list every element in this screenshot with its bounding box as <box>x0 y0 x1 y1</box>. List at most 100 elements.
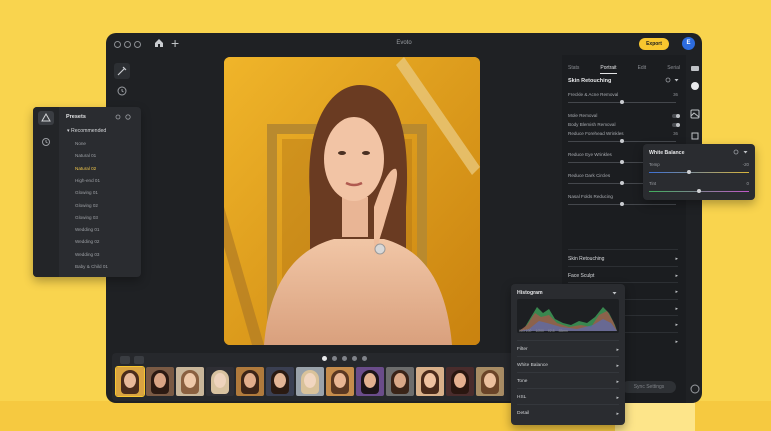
history-icon[interactable] <box>41 137 51 147</box>
histogram-stat: ISO 100 <box>519 329 532 333</box>
chevron-right-icon: ▸ <box>616 379 619 385</box>
chevron-down-icon[interactable] <box>674 78 679 83</box>
thumbnail[interactable] <box>326 367 354 396</box>
presets-panel: Presets ▾ Recommended None Natural 01 Natu… <box>33 107 141 277</box>
thumbnail[interactable] <box>115 366 145 397</box>
reset-icon[interactable] <box>665 77 671 83</box>
history-icon[interactable] <box>114 83 130 99</box>
preset-item[interactable]: Wedding 01 <box>75 227 99 232</box>
chevron-down-icon[interactable] <box>743 150 748 155</box>
preset-item[interactable]: Glowing 03 <box>75 215 98 220</box>
chevron-right-icon: ▸ <box>616 363 619 369</box>
preset-item[interactable]: Natural 02 <box>75 166 96 171</box>
adjustment-label: Reduce Dark Circles <box>568 173 611 178</box>
thumbnail[interactable] <box>446 367 474 396</box>
histogram-section-filter[interactable]: Filter ▸ <box>517 340 619 353</box>
page-dot[interactable] <box>362 356 367 361</box>
temp-slider[interactable] <box>649 170 749 174</box>
thumbnail[interactable] <box>266 367 294 396</box>
histogram-section-tone[interactable]: Tone ▸ <box>517 372 619 385</box>
adjustment-slider-knob[interactable] <box>620 139 624 143</box>
histogram-section-detail[interactable]: Detail ▸ <box>517 404 619 417</box>
tab-stats[interactable]: Stats <box>568 65 579 74</box>
camera-icon[interactable] <box>690 63 700 73</box>
thumbnail[interactable] <box>146 367 174 396</box>
tab-portrait[interactable]: Portrait <box>600 65 617 74</box>
preset-group-recommended[interactable]: ▾ Recommended <box>67 128 106 134</box>
adjustment-label: Nasal Folds Reducing <box>568 194 613 199</box>
page-dot[interactable] <box>322 356 327 361</box>
adjustment-label: Reduce Forehead Wrinkles <box>568 131 624 136</box>
thumbnail-face <box>454 373 466 388</box>
adjustment-slider-knob[interactable] <box>620 202 624 206</box>
chevron-right-icon: ▸ <box>675 338 678 345</box>
adjustment-label: Reduce Eye Wrinkles <box>568 152 612 157</box>
thumbnail[interactable] <box>416 367 444 396</box>
preset-item[interactable]: Glowing 02 <box>75 203 98 208</box>
section-face-sculpt[interactable]: Face Sculpt ▸ <box>568 265 678 279</box>
reset-icon[interactable] <box>733 149 739 155</box>
title-bar: + Evoto Export E <box>106 33 702 55</box>
crop-icon[interactable] <box>690 131 700 141</box>
preset-item[interactable]: None <box>75 141 86 146</box>
avatar[interactable]: E <box>682 37 695 50</box>
section-skin-retouching[interactable]: Skin Retouching ▸ <box>568 249 678 262</box>
preset-item[interactable]: Wedding 02 <box>75 239 99 244</box>
adjustment-value: 36 <box>673 92 678 97</box>
preset-item[interactable]: Wedding 03 <box>75 252 99 257</box>
chevron-right-icon: ▸ <box>675 322 678 328</box>
thumbnail[interactable] <box>206 367 234 396</box>
section-label: Face Sculpt <box>568 272 595 279</box>
chevron-down-icon[interactable] <box>612 291 617 296</box>
filter-icon[interactable] <box>120 356 130 364</box>
histogram-section-label: Filter <box>517 347 528 352</box>
tint-slider-knob[interactable] <box>697 189 701 193</box>
histogram-section-hsl[interactable]: HSL ▸ <box>517 388 619 401</box>
thumbnail[interactable] <box>236 367 264 396</box>
histogram-chart <box>517 299 619 333</box>
tab-serial[interactable]: Serial <box>667 65 680 74</box>
adjustment-toggle[interactable] <box>672 114 680 118</box>
chevron-right-icon: ▸ <box>675 256 678 262</box>
histogram-section-white-balance[interactable]: White Balance ▸ <box>517 356 619 369</box>
preset-item[interactable]: Baby & Child 01 <box>75 264 108 269</box>
image-icon[interactable] <box>690 109 700 119</box>
preset-item[interactable]: Natural 01 <box>75 153 96 158</box>
adjustment-slider-knob[interactable] <box>620 160 624 164</box>
thumbnail[interactable] <box>476 367 504 396</box>
tint-slider[interactable] <box>649 189 749 193</box>
presets-icon[interactable] <box>38 111 54 125</box>
refresh-icon[interactable] <box>115 114 121 120</box>
adjustment-slider-knob[interactable] <box>620 181 624 185</box>
page-dot[interactable] <box>332 356 337 361</box>
histogram-section-label: Tone <box>517 379 528 384</box>
thumbnail[interactable] <box>176 367 204 396</box>
adjustment-slider[interactable] <box>568 202 676 206</box>
thumbnail-face <box>484 373 496 388</box>
thumbnail[interactable] <box>386 367 414 396</box>
export-button[interactable]: Export <box>639 38 669 50</box>
thumbnail[interactable] <box>296 367 324 396</box>
portrait-icon[interactable] <box>690 81 700 91</box>
compare-icon[interactable] <box>134 356 144 364</box>
thumbnail[interactable] <box>356 367 384 396</box>
info-icon[interactable] <box>690 384 700 394</box>
thumbnail-face <box>124 373 136 388</box>
temp-label: Temp <box>649 162 660 167</box>
preset-item[interactable]: Glowing 01 <box>75 190 98 195</box>
temp-slider-knob[interactable] <box>687 170 691 174</box>
adjustment-slider[interactable] <box>568 100 676 104</box>
preset-item[interactable]: High-end 01 <box>75 178 100 183</box>
page-dot[interactable] <box>352 356 357 361</box>
page-dot[interactable] <box>342 356 347 361</box>
settings-icon[interactable] <box>125 114 131 120</box>
sync-settings-button[interactable]: Sync Settings <box>622 381 676 393</box>
adjustment-slider-knob[interactable] <box>620 100 624 104</box>
thumbnail-face <box>154 373 166 388</box>
thumbnail-face <box>214 373 226 388</box>
adjustment-slider[interactable] <box>568 139 676 143</box>
chevron-right-icon: ▸ <box>616 395 619 401</box>
adjustment-toggle[interactable] <box>672 123 680 127</box>
retouch-tool-icon[interactable] <box>114 63 130 79</box>
tab-edit[interactable]: Edit <box>638 65 647 74</box>
